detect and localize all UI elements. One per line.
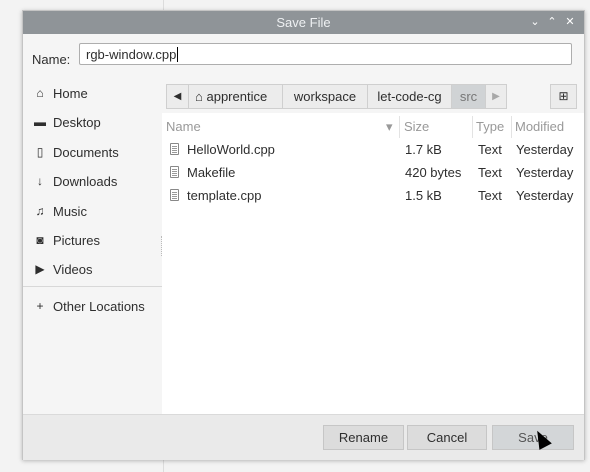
sidebar-item-home[interactable]: ⌂ Home: [23, 81, 162, 107]
column-name-label: Name: [166, 119, 201, 134]
file-row[interactable]: template.cpp 1.5 kB Text Yesterday: [162, 185, 584, 208]
breadcrumb-workspace[interactable]: workspace: [282, 84, 368, 109]
sidebar-item-label: Downloads: [53, 174, 118, 189]
close-button[interactable]: ✕: [563, 15, 577, 28]
file-name: template.cpp: [187, 188, 262, 203]
sidebar-item-label: Desktop: [53, 115, 101, 130]
home-icon: ⌂: [195, 89, 203, 104]
window-title: Save File: [276, 15, 331, 30]
camera-icon: ◙: [36, 233, 44, 247]
titlebar: Save File ⌄ ⌃ ✕: [23, 11, 584, 34]
sidebar-item-label: Videos: [53, 262, 93, 277]
breadcrumb-src[interactable]: src: [451, 84, 486, 109]
plus-icon: +: [36, 299, 44, 313]
breadcrumb-apprentice[interactable]: ⌂ apprentice: [188, 84, 283, 109]
name-row: Name: rgb-window.cpp: [23, 34, 584, 74]
desktop-icon: ▬: [34, 115, 46, 129]
save-file-dialog: Save File ⌄ ⌃ ✕ Name: rgb-window.cpp ⌂ H…: [22, 10, 585, 460]
maximize-button[interactable]: ⌃: [545, 15, 559, 28]
file-browser-pane: ◀ ⌂ apprentice workspace let-code-cg src…: [162, 81, 584, 414]
file-row[interactable]: HelloWorld.cpp 1.7 kB Text Yesterday: [162, 139, 584, 162]
path-bar: ◀ ⌂ apprentice workspace let-code-cg src…: [162, 81, 584, 113]
sidebar-item-label: Other Locations: [53, 299, 145, 314]
sidebar-item-downloads[interactable]: ↓ Downloads: [23, 169, 162, 195]
path-back-button[interactable]: ◀: [166, 84, 189, 109]
file-type: Text: [478, 165, 502, 180]
breadcrumb-let-code-cg[interactable]: let-code-cg: [367, 84, 452, 109]
sidebar-item-label: Home: [53, 86, 88, 101]
column-header-size[interactable]: Size: [404, 116, 472, 138]
minimize-button[interactable]: ⌄: [528, 15, 542, 28]
name-label: Name:: [32, 52, 71, 67]
file-modified: Yesterday: [516, 188, 574, 203]
document-icon: ▯: [36, 145, 44, 159]
sidebar-item-label: Documents: [53, 145, 119, 160]
new-folder-button[interactable]: ⊞: [550, 84, 577, 109]
new-folder-icon: ⊞: [558, 89, 569, 103]
filename-value: rgb-window.cpp: [86, 47, 177, 62]
sidebar-divider: [23, 286, 162, 287]
filename-input[interactable]: rgb-window.cpp: [79, 43, 572, 65]
column-separator: [511, 116, 512, 138]
sidebar-item-desktop[interactable]: ▬ Desktop: [23, 110, 162, 136]
file-size: 420 bytes: [405, 165, 462, 180]
file-row[interactable]: Makefile 420 bytes Text Yesterday: [162, 162, 584, 185]
column-separator: [472, 116, 473, 138]
file-size: 1.5 kB: [405, 188, 442, 203]
home-icon: ⌂: [36, 86, 44, 100]
dialog-footer: Rename Cancel Save: [23, 414, 584, 460]
sidebar-item-music[interactable]: ♫ Music: [23, 199, 162, 225]
path-forward-button[interactable]: ▶: [485, 84, 507, 109]
video-icon: ▶: [35, 262, 45, 276]
sidebar-item-other-locations[interactable]: + Other Locations: [23, 294, 162, 320]
file-modified: Yesterday: [516, 142, 574, 157]
text-file-icon: [170, 166, 179, 178]
text-caret: [177, 47, 179, 62]
sidebar-item-label: Pictures: [53, 233, 100, 248]
text-file-icon: [170, 143, 179, 155]
file-type: Text: [478, 188, 502, 203]
file-modified: Yesterday: [516, 165, 574, 180]
file-type: Text: [478, 142, 502, 157]
column-header-name[interactable]: Name ▾: [166, 116, 396, 138]
file-size: 1.7 kB: [405, 142, 442, 157]
rename-button[interactable]: Rename: [323, 425, 404, 450]
music-icon: ♫: [35, 204, 45, 218]
breadcrumb-label: apprentice: [206, 89, 268, 104]
download-icon: ↓: [37, 174, 43, 188]
column-header-modified[interactable]: Modified: [515, 116, 581, 138]
column-separator: [399, 116, 400, 138]
sidebar-item-documents[interactable]: ▯ Documents: [23, 140, 162, 166]
column-header-type[interactable]: Type: [476, 116, 508, 138]
text-file-icon: [170, 189, 179, 201]
file-name: HelloWorld.cpp: [187, 142, 275, 157]
cancel-button[interactable]: Cancel: [407, 425, 487, 450]
sidebar-item-videos[interactable]: ▶ Videos: [23, 257, 162, 283]
sidebar-item-label: Music: [53, 204, 87, 219]
file-name: Makefile: [187, 165, 236, 180]
sidebar-item-pictures[interactable]: ◙ Pictures: [23, 228, 162, 254]
sort-arrow-icon: ▾: [386, 119, 393, 134]
places-sidebar: ⌂ Home ▬ Desktop ▯ Documents ↓ Downloads…: [23, 81, 162, 414]
